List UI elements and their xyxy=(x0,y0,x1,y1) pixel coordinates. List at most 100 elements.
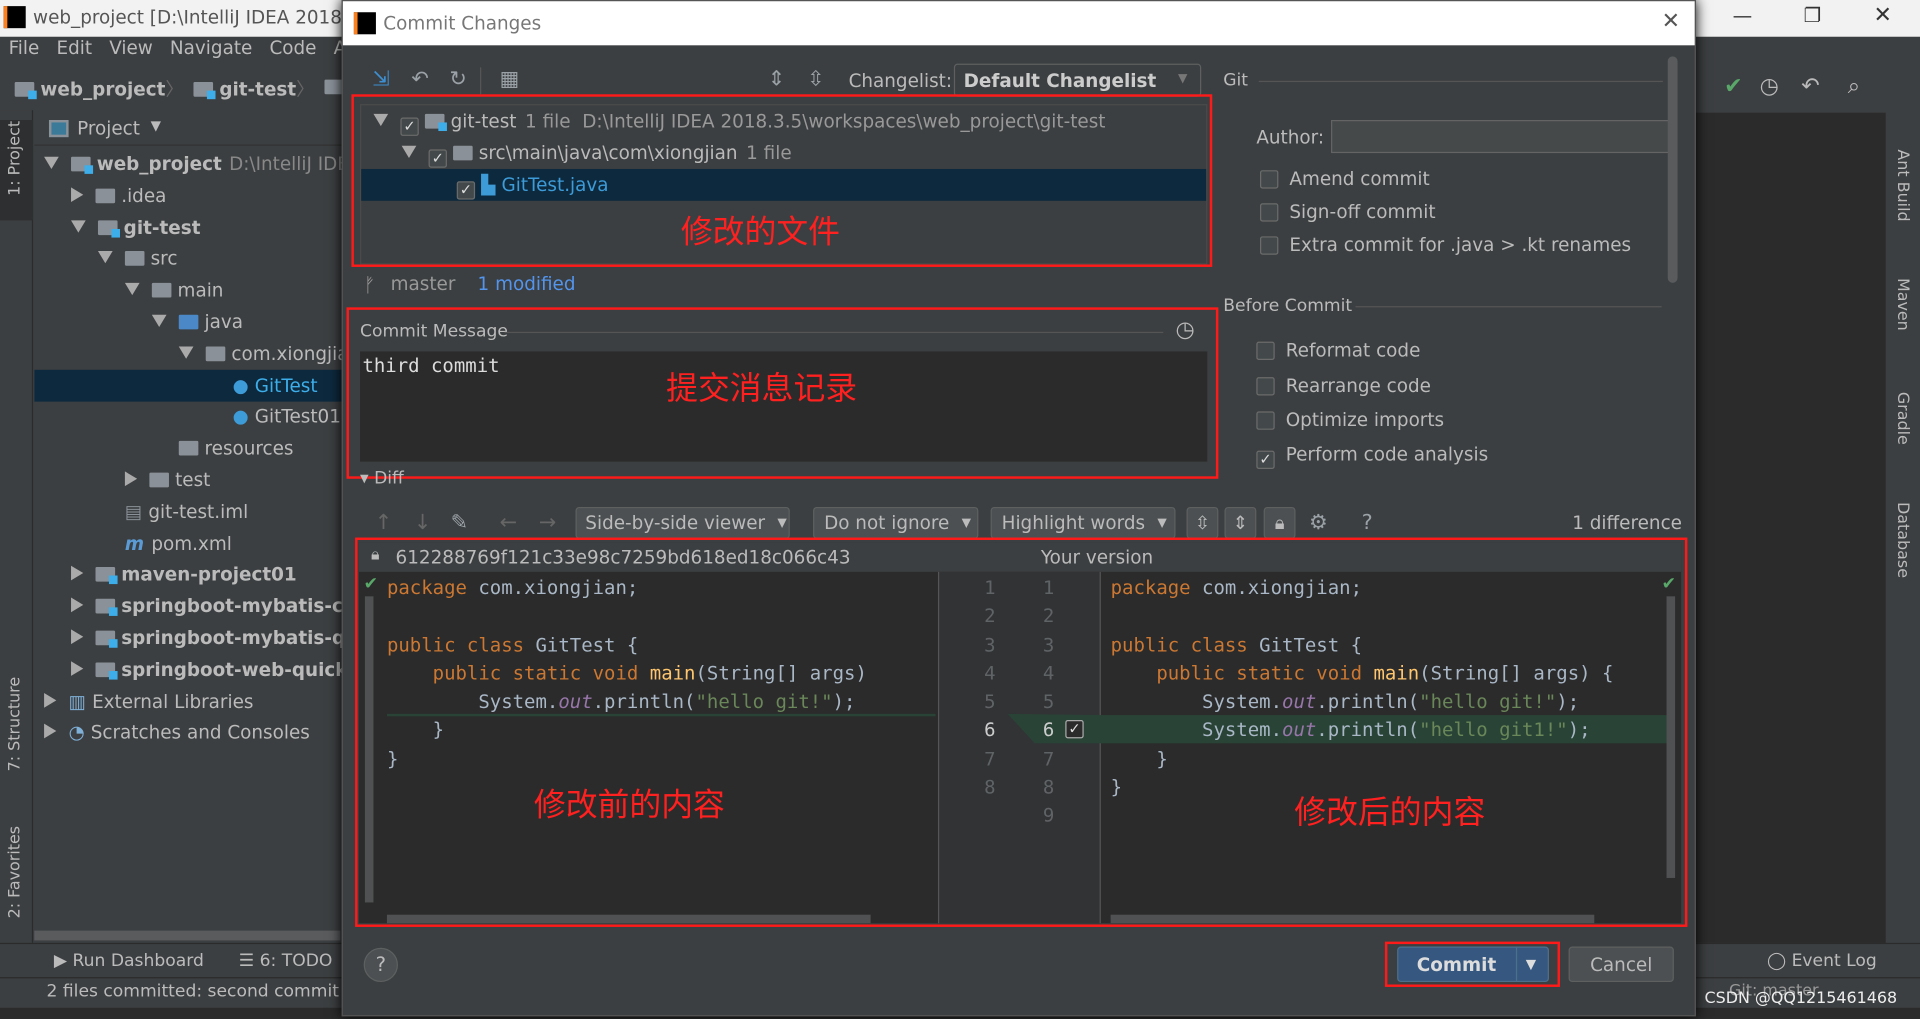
project-tree-item[interactable]: git-test xyxy=(34,211,343,243)
sync-scroll-icon[interactable]: ⇕ xyxy=(1224,506,1257,539)
option-checkbox[interactable]: Rearrange code xyxy=(1256,375,1431,397)
close-window-icon[interactable]: ✕ xyxy=(1873,2,1891,28)
tab-favorites[interactable]: 2: Favorites xyxy=(6,826,24,918)
cancel-button[interactable]: Cancel xyxy=(1568,946,1674,983)
edit-source-icon[interactable]: ✎ xyxy=(451,511,468,535)
show-diff-icon[interactable]: ⇲ xyxy=(372,67,389,91)
menu-edit[interactable]: Edit xyxy=(56,37,92,64)
expand-arrow-icon[interactable] xyxy=(71,597,84,613)
author-input[interactable] xyxy=(1331,120,1671,154)
collapse-arrow-icon[interactable] xyxy=(71,219,86,233)
expand-arrow-icon[interactable] xyxy=(71,566,84,581)
settings-gear-icon[interactable]: ⚙ xyxy=(1309,511,1328,535)
project-tree-item[interactable]: ▤ git-test.iml xyxy=(34,496,343,528)
checkbox[interactable] xyxy=(1260,203,1279,222)
chevron-down-icon[interactable]: ▼ xyxy=(151,118,161,134)
collapse-arrow-icon[interactable] xyxy=(44,156,59,169)
run-dashboard-tab[interactable]: ▶ Run Dashboard xyxy=(54,951,204,971)
help-icon[interactable]: ? xyxy=(1362,511,1373,535)
collapse-all-icon[interactable]: ⇳ xyxy=(807,67,824,91)
next-difference-icon[interactable]: ↓ xyxy=(414,511,431,535)
project-tree-item[interactable]: maven-project01 xyxy=(34,559,343,591)
collapse-arrow-icon[interactable] xyxy=(97,251,113,264)
tab-maven[interactable]: Maven xyxy=(1893,278,1911,331)
todo-tab[interactable]: ☰ 6: TODO xyxy=(239,951,333,971)
option-checkbox[interactable]: Reformat code xyxy=(1256,339,1420,361)
collapse-arrow-icon[interactable] xyxy=(151,314,167,327)
project-tree-item[interactable]: main xyxy=(34,275,343,307)
menu-code[interactable]: Code xyxy=(269,37,316,64)
ignore-dropdown[interactable]: Do not ignore ▼ xyxy=(813,506,979,539)
checkbox[interactable] xyxy=(1260,170,1279,189)
viewer-dropdown[interactable]: Side-by-side viewer ▼ xyxy=(575,506,790,539)
project-tree-item[interactable]: .idea xyxy=(34,180,343,212)
project-tree-item[interactable]: ◔ Scratches and Consoles xyxy=(34,717,343,749)
project-tree-item[interactable]: test xyxy=(34,464,343,496)
expand-all-icon[interactable]: ⇕ xyxy=(768,67,785,91)
options-scrollbar[interactable] xyxy=(1667,56,1678,283)
commit-check-icon[interactable]: ✔ xyxy=(1724,73,1742,99)
menu-view[interactable]: View xyxy=(109,37,153,64)
expand-arrow-icon[interactable] xyxy=(71,660,84,676)
expand-arrow-icon[interactable] xyxy=(44,692,57,708)
checkbox[interactable] xyxy=(1256,341,1275,361)
restore-icon[interactable]: ❐ xyxy=(1804,4,1822,27)
option-checkbox[interactable]: ✓ Perform code analysis xyxy=(1256,443,1488,469)
event-log-tab[interactable]: ◯ Event Log xyxy=(1767,951,1877,971)
menu-file[interactable]: File xyxy=(9,37,40,64)
breadcrumb-item[interactable]: git-test〉 xyxy=(193,76,315,102)
changelist-dropdown[interactable]: Default Changelist ▼ xyxy=(953,63,1202,97)
option-checkbox[interactable]: Sign-off commit xyxy=(1260,201,1436,223)
checkbox[interactable] xyxy=(1260,236,1279,255)
project-tree-item[interactable]: springboot-mybatis-cru xyxy=(34,590,343,622)
minimize-icon[interactable]: — xyxy=(1733,4,1753,27)
next-file-icon[interactable]: → xyxy=(539,511,556,535)
collapse-unchanged-icon[interactable]: ⇳ xyxy=(1186,506,1219,539)
checkbox[interactable] xyxy=(1256,411,1275,430)
horizontal-scrollbar[interactable] xyxy=(34,930,341,941)
menu-navigate[interactable]: Navigate xyxy=(170,37,252,64)
project-tree-item[interactable]: com.xiongjian xyxy=(34,338,343,370)
modified-count-link[interactable]: 1 modified xyxy=(478,273,576,295)
tab-ant-build[interactable]: Ant Build xyxy=(1893,149,1911,221)
project-tree-item[interactable]: src xyxy=(34,243,343,275)
checkbox[interactable] xyxy=(1256,377,1275,396)
collapse-arrow-icon[interactable] xyxy=(178,346,194,359)
tab-project[interactable]: 1: Project xyxy=(6,121,24,196)
option-checkbox[interactable]: Extra commit for .java > .kt renames xyxy=(1260,234,1631,256)
lock-icon[interactable]: 🔒︎ xyxy=(1263,506,1296,539)
previous-difference-icon[interactable]: ↑ xyxy=(375,511,392,535)
expand-arrow-icon[interactable] xyxy=(71,629,84,645)
group-by-icon[interactable]: ▦ xyxy=(500,67,520,91)
tab-gradle[interactable]: Gradle xyxy=(1893,392,1911,445)
project-tree-item[interactable]: web_project D:\IntelliJ IDEA xyxy=(34,148,343,180)
collapse-arrow-icon[interactable] xyxy=(124,283,140,296)
project-tree-item[interactable]: ● GitTest xyxy=(34,369,343,402)
expand-arrow-icon[interactable] xyxy=(124,471,138,487)
diff-toggle[interactable]: ▾ Diff xyxy=(360,469,404,489)
rollback-icon[interactable]: ↶ xyxy=(411,67,428,91)
breadcrumb-item[interactable]: web_project〉 xyxy=(14,76,184,102)
tab-structure[interactable]: 7: Structure xyxy=(6,677,24,772)
previous-file-icon[interactable]: ← xyxy=(500,511,517,535)
highlight-dropdown[interactable]: Highlight words ▼ xyxy=(990,506,1176,539)
expand-arrow-icon[interactable] xyxy=(44,724,57,739)
history-icon[interactable]: ◷ xyxy=(1760,73,1779,99)
close-dialog-icon[interactable]: ✕ xyxy=(1662,9,1680,35)
refresh-icon[interactable]: ↻ xyxy=(449,67,466,91)
project-tree-item[interactable]: ▥ External Libraries xyxy=(34,685,343,717)
revert-icon[interactable]: ↶ xyxy=(1801,73,1819,99)
project-tree-item[interactable]: java xyxy=(34,306,343,338)
project-view-selector[interactable]: Project xyxy=(77,118,140,140)
expand-arrow-icon[interactable] xyxy=(71,187,84,202)
project-tree-item[interactable]: ● GitTest01 xyxy=(34,401,343,433)
project-tree-item[interactable]: springboot-mybatis-qui xyxy=(34,622,343,654)
help-button[interactable]: ? xyxy=(363,947,398,983)
option-checkbox[interactable]: Amend commit xyxy=(1260,168,1430,190)
tab-database[interactable]: Database xyxy=(1893,502,1911,578)
project-tree-item[interactable]: springboot-web-quickst xyxy=(34,654,343,686)
checkbox[interactable]: ✓ xyxy=(1256,450,1275,469)
search-icon[interactable]: ⌕ xyxy=(1848,73,1860,99)
option-checkbox[interactable]: Optimize imports xyxy=(1256,409,1444,431)
project-tree-item[interactable]: resources xyxy=(34,432,343,464)
